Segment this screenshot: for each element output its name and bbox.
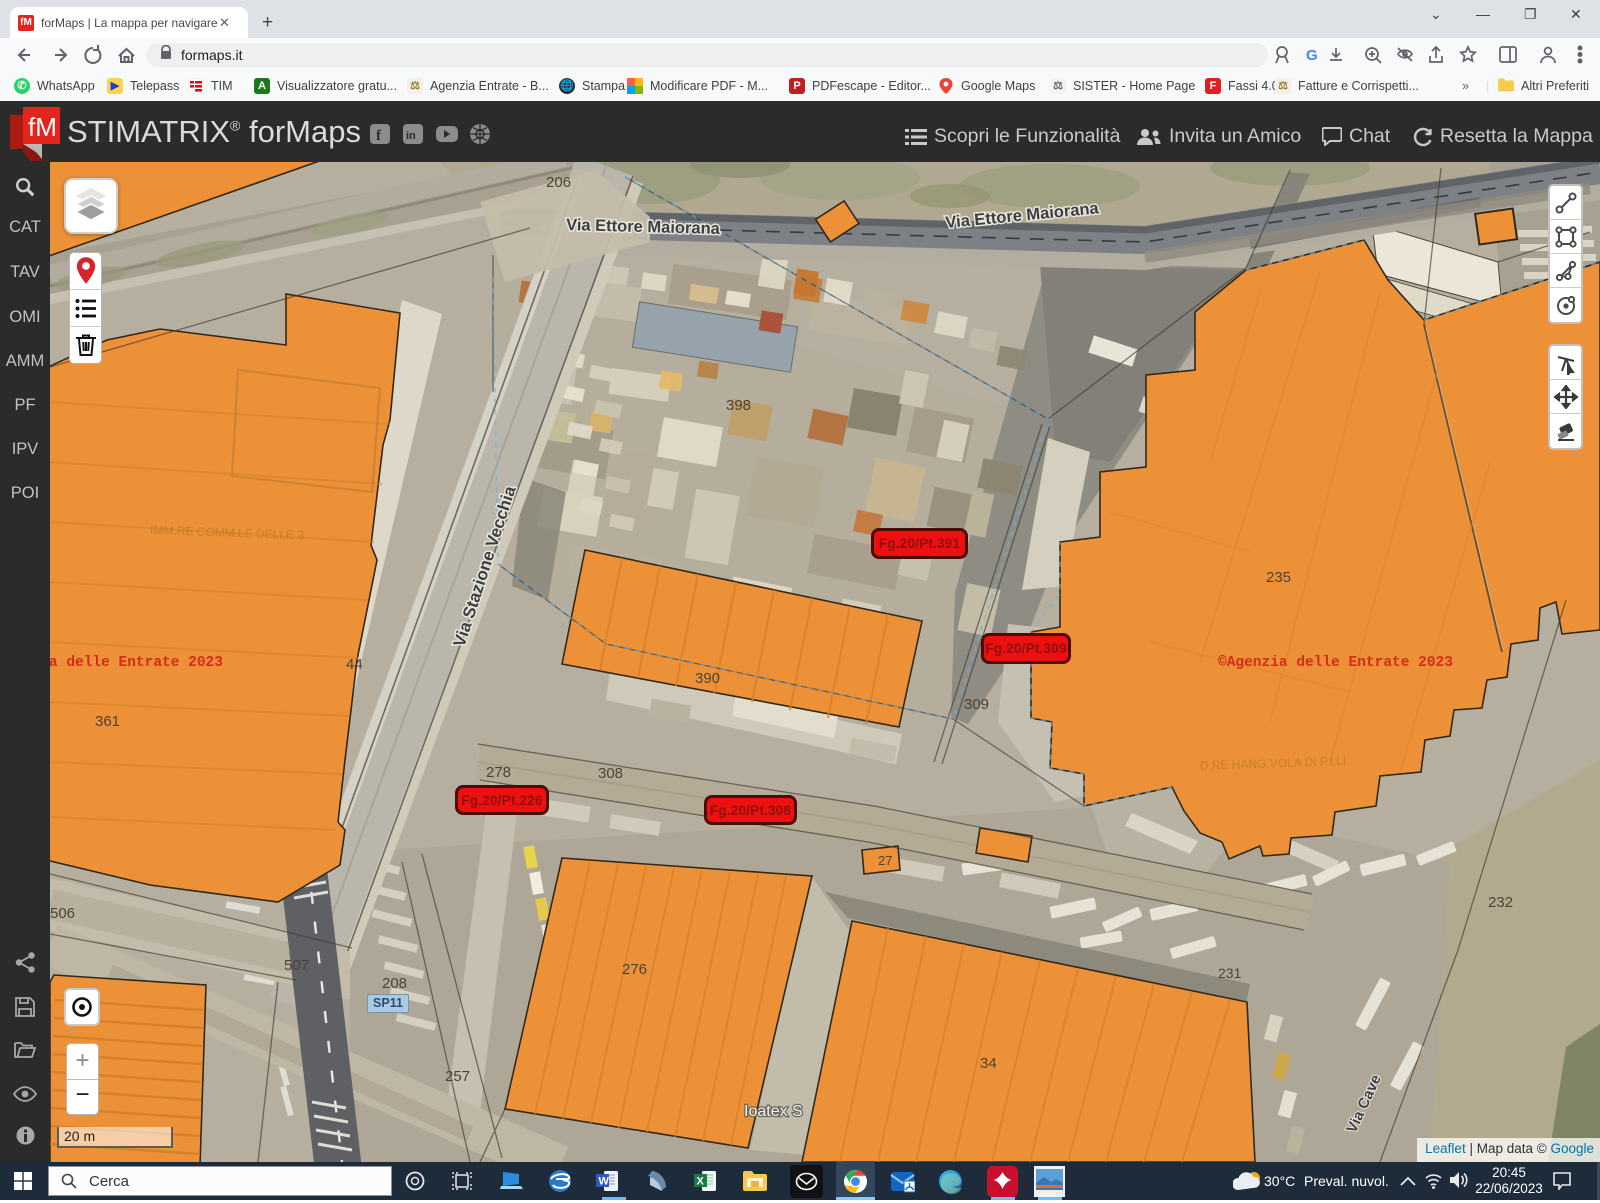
svg-text:507: 507 <box>284 957 309 974</box>
svg-text:©Agenzia delle Entrate 2023: ©Agenzia delle Entrate 2023 <box>1218 655 1453 671</box>
svg-text:X: X <box>697 1176 705 1188</box>
svg-text:206: 206 <box>546 174 571 191</box>
svg-text:276: 276 <box>622 961 647 978</box>
svg-text:27: 27 <box>878 853 892 868</box>
svg-text:44: 44 <box>346 656 363 673</box>
svg-text:Ioatex S: Ioatex S <box>744 1103 803 1120</box>
svg-text:398: 398 <box>726 397 751 414</box>
svg-text:308: 308 <box>598 765 623 782</box>
svg-text:©Agenzia delle Entrate 2023: ©Agenzia delle Entrate 2023 <box>50 655 223 671</box>
svg-text:278: 278 <box>486 764 511 781</box>
svg-text:208: 208 <box>382 975 407 992</box>
svg-text:506: 506 <box>50 905 75 922</box>
svg-text:257: 257 <box>445 1068 470 1085</box>
svg-text:235: 235 <box>1266 569 1291 586</box>
svg-text:361: 361 <box>95 713 120 730</box>
svg-text:232: 232 <box>1488 894 1513 911</box>
svg-text:W: W <box>599 1176 610 1188</box>
svg-text:G: G <box>1306 47 1318 64</box>
svg-text:fM: fM <box>28 112 57 142</box>
svg-text:34: 34 <box>980 1055 997 1072</box>
svg-text:in: in <box>406 130 416 142</box>
svg-text:309: 309 <box>964 696 989 713</box>
svg-text:231: 231 <box>1218 965 1242 981</box>
svg-text:390: 390 <box>695 670 720 687</box>
